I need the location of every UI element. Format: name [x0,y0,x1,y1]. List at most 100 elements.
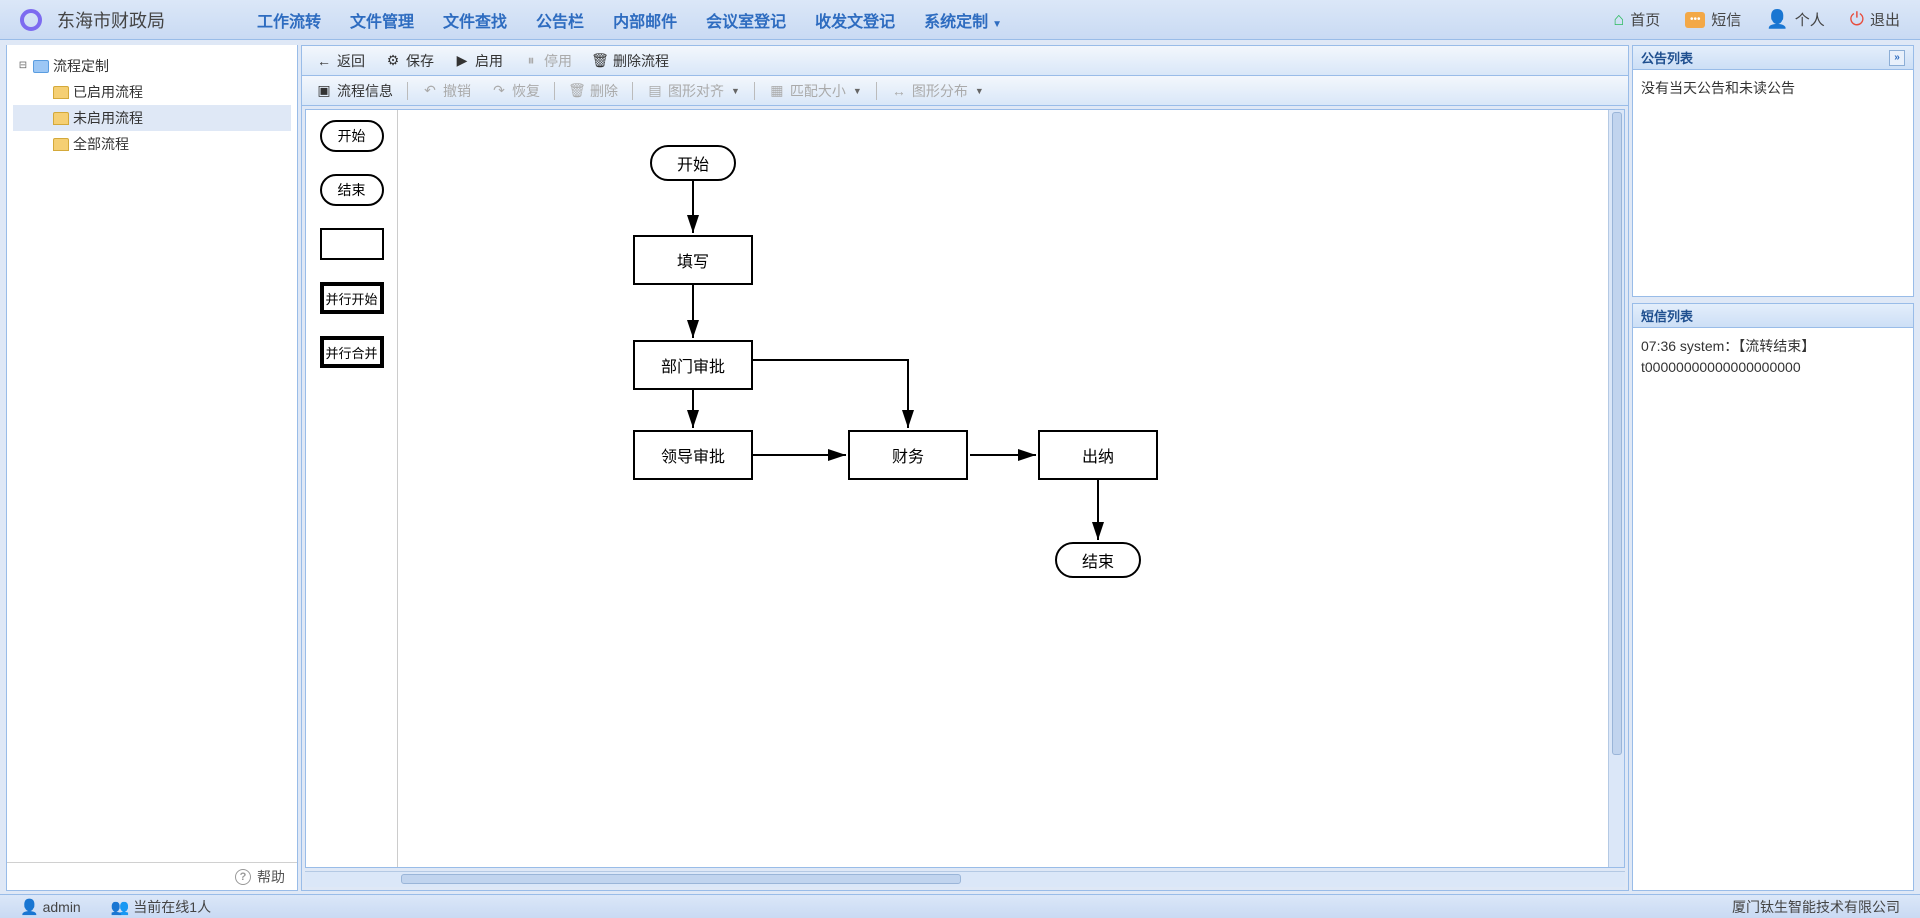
size-button: ▦匹配大小▼ [761,78,870,104]
play-icon: ▶ [454,53,470,69]
back-button[interactable]: ←返回 [308,48,373,74]
nav-mail[interactable]: 内部邮件 [601,3,689,37]
center-panel: ←返回 ⚙保存 ▶启用 ⏸停用 🗑删除流程 ▣流程信息 ↶撤销 ↷恢复 🗑删除 … [301,45,1629,891]
sms-header: 短信列表 [1633,304,1913,328]
logout-button[interactable]: ⏻退出 [1850,9,1900,30]
nav-meeting[interactable]: 会议室登记 [694,3,798,37]
stencil-parallel-merge[interactable]: 并行合并 [320,336,384,368]
sms-line2[interactable]: t00000000000000000000 [1641,357,1905,378]
nav-bulletin[interactable]: 公告栏 [524,3,596,37]
align-button: ▤图形对齐▼ [639,78,748,104]
canvas[interactable]: 开始 填写 部门审批 领导审批 财务 出纳 结束 [398,110,1608,867]
stencil-end[interactable]: 结束 [320,174,384,206]
flow-node-finance[interactable]: 财务 [848,430,968,480]
collapse-button[interactable]: » [1889,50,1905,66]
home-button[interactable]: ⌂首页 [1613,9,1660,30]
tree-enabled[interactable]: 已启用流程 [13,79,291,105]
logo-icon [20,9,42,31]
canvas-inner: 开始 填写 部门审批 领导审批 财务 出纳 结束 [398,110,1498,760]
user-icon: 👤 [20,899,39,916]
header-right: ⌂首页 •••短信 👤个人 ⏻退出 [1613,9,1900,30]
undo-button: ↶撤销 [414,78,479,104]
nav-file-mgmt[interactable]: 文件管理 [338,3,426,37]
sms-title: 短信列表 [1641,306,1693,325]
separator [632,82,633,100]
separator [554,82,555,100]
home-icon: ⌂ [1613,9,1624,30]
flow-node-fill[interactable]: 填写 [633,235,753,285]
announcement-title: 公告列表 [1641,48,1693,67]
announcement-header: 公告列表 » [1633,46,1913,70]
header-bar: 东海市财政局 工作流转 文件管理 文件查找 公告栏 内部邮件 会议室登记 收发文… [0,0,1920,40]
status-user[interactable]: 👤 admin [20,898,81,916]
separator [754,82,755,100]
size-icon: ▦ [769,83,785,99]
stencil-start[interactable]: 开始 [320,120,384,152]
group-icon: 👥 [111,899,130,916]
flow-node-end[interactable]: 结束 [1055,542,1141,578]
right-column: 公告列表 » 没有当天公告和未读公告 短信列表 07:36 system：【流转… [1632,45,1914,891]
flow-node-cashier[interactable]: 出纳 [1038,430,1158,480]
redo-icon: ↷ [491,83,507,99]
help-label[interactable]: 帮助 [257,867,285,887]
stencil-palette: 开始 结束 并行开始 并行合并 [306,110,398,867]
tree-all[interactable]: 全部流程 [13,131,291,157]
redo-button: ↷恢复 [483,78,548,104]
delete-button: 🗑删除 [561,78,626,104]
toolbar-main: ←返回 ⚙保存 ▶启用 ⏸停用 🗑删除流程 [302,46,1628,76]
back-icon: ← [316,53,332,69]
power-icon: ⏻ [1850,9,1864,30]
delete-flow-button[interactable]: 🗑删除流程 [584,48,677,74]
body-row: ⊟ 流程定制 已启用流程 未启用流程 全部流程 ? 帮助 ←返回 [0,40,1920,894]
sms-body: 07:36 system：【流转结束】 t0000000000000000000… [1633,328,1913,386]
canvas-wrap: 开始 结束 并行开始 并行合并 [305,109,1625,868]
tree-label: 已启用流程 [73,82,143,102]
save-button[interactable]: ⚙保存 [377,48,442,74]
disable-button: ⏸停用 [515,48,580,74]
folder-icon [53,138,69,151]
sms-icon: ••• [1685,12,1705,28]
help-icon[interactable]: ? [235,869,251,885]
folder-icon [53,86,69,99]
sms-button[interactable]: •••短信 [1685,9,1741,30]
status-bar: 👤 admin 👥 当前在线1人 厦门钛生智能技术有限公司 [0,894,1920,918]
sms-panel: 短信列表 07:36 system：【流转结束】 t00000000000000… [1632,303,1914,891]
stencil-parallel-start[interactable]: 并行开始 [320,282,384,314]
person-button[interactable]: 👤个人 [1766,9,1824,30]
status-company: 厦门钛生智能技术有限公司 [1732,897,1900,917]
nav-send-recv[interactable]: 收发文登记 [803,3,907,37]
distribute-icon: ↔ [891,83,907,99]
left-footer: ? 帮助 [7,862,297,890]
trash-icon: 🗑 [569,83,585,99]
collapse-icon[interactable]: ⊟ [17,60,29,72]
tree-root[interactable]: ⊟ 流程定制 [13,53,291,79]
vertical-scrollbar[interactable] [1608,110,1624,867]
horizontal-scrollbar[interactable] [305,871,1625,887]
sms-line1[interactable]: 07:36 system：【流转结束】 [1641,336,1905,357]
flow-info-button[interactable]: ▣流程信息 [308,78,401,104]
nav-workflow[interactable]: 工作流转 [245,3,333,37]
distribute-button: ↔图形分布▼ [883,78,992,104]
tree-disabled[interactable]: 未启用流程 [13,105,291,131]
separator [876,82,877,100]
align-icon: ▤ [647,83,663,99]
flow-node-start[interactable]: 开始 [650,145,736,181]
separator [407,82,408,100]
tree-label: 全部流程 [73,134,129,154]
tree: ⊟ 流程定制 已启用流程 未启用流程 全部流程 [7,45,297,165]
announcement-panel: 公告列表 » 没有当天公告和未读公告 [1632,45,1914,297]
info-icon: ▣ [316,83,332,99]
nav-system[interactable]: 系统定制▼ [912,3,1014,37]
nav-file-search[interactable]: 文件查找 [431,3,519,37]
flow-node-dept-approval[interactable]: 部门审批 [633,340,753,390]
tree-label: 未启用流程 [73,108,143,128]
gear-icon: ⚙ [385,53,401,69]
status-online[interactable]: 👥 当前在线1人 [111,897,211,917]
pause-icon: ⏸ [523,53,539,69]
announcement-body: 没有当天公告和未读公告 [1633,70,1913,107]
flow-node-leader-approval[interactable]: 领导审批 [633,430,753,480]
trash-icon: 🗑 [592,53,608,69]
stencil-task[interactable] [320,228,384,260]
enable-button[interactable]: ▶启用 [446,48,511,74]
main-nav: 工作流转 文件管理 文件查找 公告栏 内部邮件 会议室登记 收发文登记 系统定制… [245,3,1014,37]
